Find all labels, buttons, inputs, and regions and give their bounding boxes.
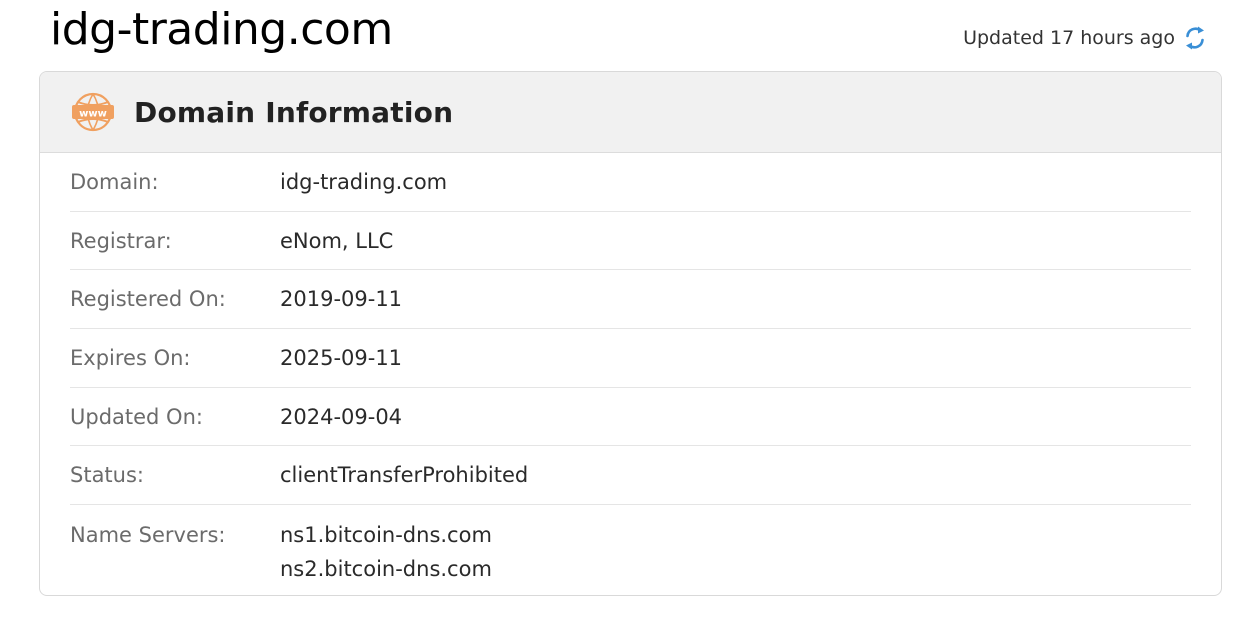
info-value: 2025-09-11 [280, 345, 403, 370]
refresh-icon[interactable] [1183, 24, 1207, 52]
info-label: Updated On: [70, 404, 203, 429]
info-row-domain: Domain: idg-trading.com [70, 153, 1191, 212]
info-row-name-servers: Name Servers: ns1.bitcoin-dns.com ns2.bi… [70, 505, 1191, 586]
info-label: Name Servers: [70, 523, 226, 548]
name-server-list: ns1.bitcoin-dns.com ns2.bitcoin-dns.com [280, 518, 492, 586]
info-label: Expires On: [70, 345, 191, 370]
info-row-registrar: Registrar: eNom, LLC [70, 212, 1191, 271]
www-globe-icon: www [70, 92, 116, 132]
info-value: 2024-09-04 [280, 404, 403, 429]
info-value: idg-trading.com [280, 169, 448, 194]
info-table: Domain: idg-trading.com Registrar: eNom,… [40, 153, 1221, 586]
info-value: clientTransferProhibited [280, 463, 529, 488]
svg-text:www: www [79, 109, 107, 120]
info-row-updated-on: Updated On: 2024-09-04 [70, 388, 1191, 447]
name-server-1: ns1.bitcoin-dns.com [280, 523, 492, 548]
info-label: Registered On: [70, 287, 226, 312]
domain-information-card: www Domain Information Domain: idg-tradi… [39, 71, 1222, 596]
info-label: Registrar: [70, 228, 172, 253]
info-label: Domain: [70, 169, 159, 194]
card-title: Domain Information [134, 95, 454, 129]
info-value: eNom, LLC [280, 228, 394, 253]
info-row-registered-on: Registered On: 2019-09-11 [70, 270, 1191, 330]
info-row-expires-on: Expires On: 2025-09-11 [70, 329, 1191, 388]
info-value: 2019-09-11 [280, 287, 403, 312]
updated-status: Updated 17 hours ago [963, 24, 1207, 52]
info-row-status: Status: clientTransferProhibited [70, 446, 1191, 506]
card-header: www Domain Information [40, 72, 1221, 153]
name-server-2: ns2.bitcoin-dns.com [280, 557, 492, 582]
info-label: Status: [70, 463, 144, 488]
updated-text: Updated 17 hours ago [963, 27, 1175, 49]
page-title: idg-trading.com [50, 4, 393, 55]
